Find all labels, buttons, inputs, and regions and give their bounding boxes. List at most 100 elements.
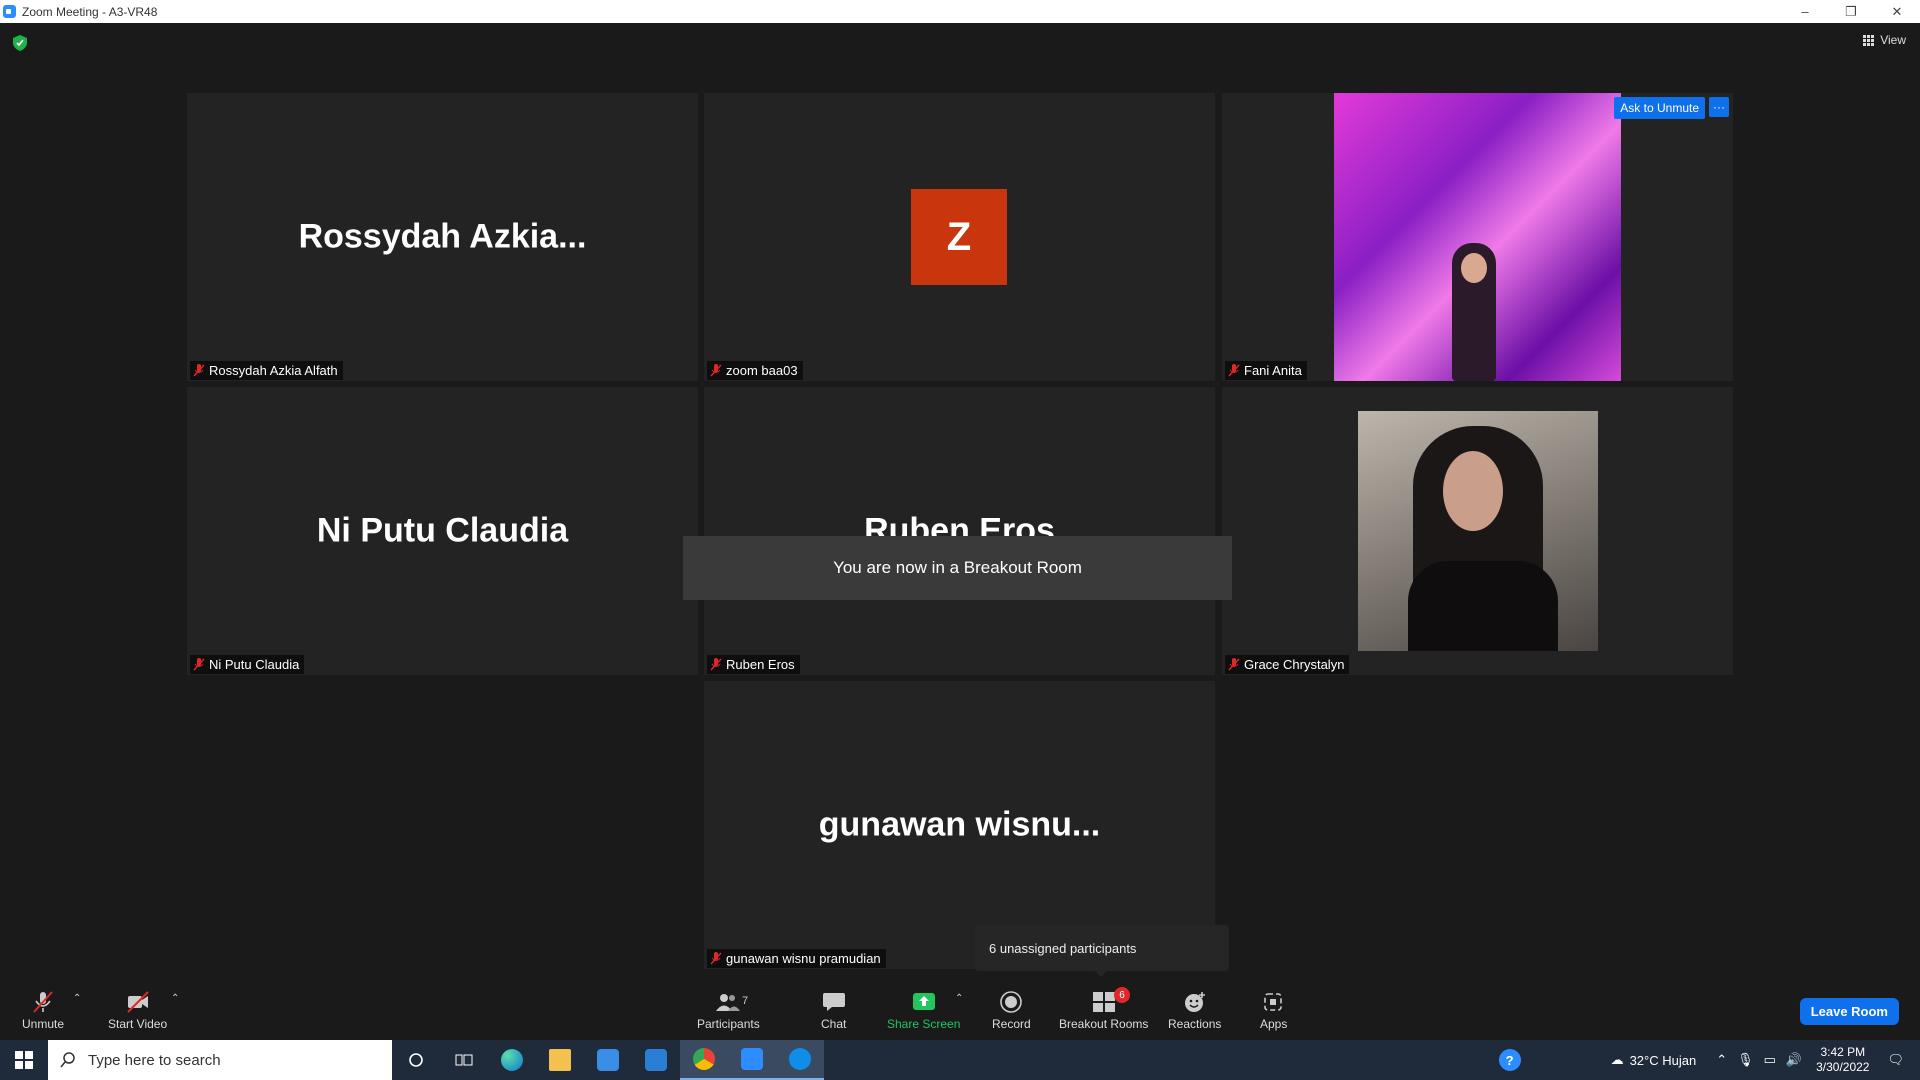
participant-name: gunawan wisnu pramudian	[726, 951, 881, 966]
video-tile-grace[interactable]: Grace Chrystalyn	[1222, 387, 1733, 675]
reactions-button[interactable]: Reactions	[1168, 991, 1221, 1031]
chrome-icon[interactable]	[680, 1040, 728, 1080]
notifications-icon[interactable]: 🗨	[1887, 1052, 1904, 1068]
mic-muted-icon	[1228, 364, 1240, 377]
participant-namebar: Ruben Eros	[707, 655, 800, 674]
participant-video	[1358, 411, 1598, 651]
start-button[interactable]	[0, 1040, 48, 1080]
mic-muted-icon	[710, 364, 722, 377]
participants-count: 7	[742, 995, 749, 1007]
weather-text[interactable]: 32°C Hujan	[1630, 1053, 1697, 1068]
weather-icon[interactable]: ☁	[1611, 1052, 1624, 1068]
share-screen-icon	[912, 993, 935, 1010]
unmute-label: Unmute	[22, 1017, 65, 1031]
search-placeholder: Type here to search	[88, 1051, 221, 1069]
share-screen-button[interactable]: Share Screen	[887, 991, 960, 1031]
zoom-taskbar-icon[interactable]	[728, 1040, 776, 1080]
video-tile-zoom[interactable]: Z zoom baa03	[704, 93, 1215, 381]
meeting-toolbar: Unmute ⌃ Start Video ⌃ Participants 7 Ch…	[0, 983, 1920, 1040]
ask-to-unmute-button[interactable]: Ask to Unmute	[1614, 97, 1705, 119]
microphone-tray-icon[interactable]: 🎙	[1737, 1052, 1754, 1068]
participants-icon	[716, 994, 741, 1011]
unmute-button[interactable]: Unmute	[22, 991, 64, 1031]
breakout-rooms-label: Breakout Rooms	[1059, 1017, 1149, 1031]
mic-muted-icon	[1228, 658, 1240, 671]
mic-muted-icon	[710, 658, 722, 671]
taskbar-search-input[interactable]: Type here to search	[48, 1040, 392, 1080]
microphone-muted-icon	[33, 991, 53, 1013]
clock-date: 3/30/2022	[1816, 1060, 1870, 1074]
os-taskbar: Type here to search ? ☁ 32°C Hujan ⌃ 🎙 ▭…	[0, 1040, 1920, 1080]
apps-icon	[1263, 993, 1282, 1011]
participant-namebar: Grace Chrystalyn	[1225, 655, 1350, 674]
microsoft-store-icon[interactable]	[584, 1040, 632, 1080]
video-tile-niputu[interactable]: Ni Putu Claudia Ni Putu Claudia	[187, 387, 698, 675]
share-screen-label: Share Screen	[887, 1017, 961, 1031]
video-options-caret-icon[interactable]: ⌃	[171, 993, 179, 1004]
participants-button[interactable]: Participants	[697, 991, 760, 1031]
video-tile-fani[interactable]: Ask to Unmute ··· Fani Anita	[1222, 93, 1733, 381]
apps-label: Apps	[1260, 1017, 1288, 1031]
more-options-button[interactable]: ···	[1709, 97, 1729, 117]
record-button[interactable]: Record	[992, 991, 1031, 1031]
windows-logo-icon	[15, 1051, 33, 1069]
teamviewer-icon[interactable]	[776, 1040, 824, 1080]
window-controls: – ❐ ✕	[1782, 0, 1920, 23]
edge-browser-icon[interactable]	[488, 1040, 536, 1080]
participant-display-name: gunawan wisnu...	[818, 805, 1101, 844]
participant-name: Fani Anita	[1244, 363, 1302, 378]
participant-name: zoom baa03	[726, 363, 798, 378]
chat-bubble-icon	[822, 993, 845, 1011]
participant-namebar: zoom baa03	[707, 361, 803, 380]
search-icon	[60, 1052, 75, 1068]
start-video-label: Start Video	[108, 1017, 168, 1031]
restore-button[interactable]: ❐	[1828, 0, 1874, 23]
leave-room-button[interactable]: Leave Room	[1799, 998, 1899, 1025]
window-title: Zoom Meeting - A3-VR48	[22, 4, 158, 19]
unassigned-participants-tooltip: 6 unassigned participants	[975, 925, 1229, 977]
smiley-plus-icon	[1184, 992, 1205, 1012]
help-icon[interactable]: ?	[1498, 1049, 1521, 1071]
system-clock[interactable]: 3:42 PM 3/30/2022	[1816, 1045, 1869, 1075]
mail-icon[interactable]	[632, 1040, 680, 1080]
audio-options-caret-icon[interactable]: ⌃	[73, 993, 81, 1004]
video-camera-off-icon	[126, 991, 149, 1013]
record-icon	[1000, 991, 1023, 1013]
breakout-rooms-icon	[1092, 992, 1115, 1012]
task-view-icon[interactable]	[440, 1040, 488, 1080]
window-titlebar: Zoom Meeting - A3-VR48 – ❐ ✕	[0, 0, 1920, 23]
meeting-area: View Rossydah Azkia... Rossydah Azkia Al…	[0, 23, 1920, 983]
clock-time: 3:42 PM	[1820, 1045, 1866, 1059]
breakout-rooms-button[interactable]: Breakout Rooms	[1059, 991, 1148, 1031]
taskbar-apps	[392, 1040, 824, 1080]
participant-name: Ni Putu Claudia	[209, 657, 300, 672]
mic-muted-icon	[710, 952, 722, 965]
breakout-rooms-badge: 6	[1114, 987, 1130, 1003]
participant-video	[1334, 93, 1621, 381]
start-video-button[interactable]: Start Video	[108, 991, 167, 1031]
record-label: Record	[992, 1017, 1031, 1031]
chat-button[interactable]: Chat	[821, 991, 846, 1031]
tray-expand-icon[interactable]: ⌃	[1716, 1052, 1727, 1068]
mic-muted-icon	[193, 364, 205, 377]
apps-button[interactable]: Apps	[1260, 991, 1287, 1031]
file-explorer-icon[interactable]	[536, 1040, 584, 1080]
view-button[interactable]: View	[1863, 33, 1906, 47]
view-label: View	[1880, 33, 1906, 47]
security-shield-icon[interactable]	[13, 35, 27, 51]
avatar: Z	[911, 189, 1007, 285]
participant-name: Grace Chrystalyn	[1244, 657, 1345, 672]
participant-name: Rossydah Azkia Alfath	[209, 363, 338, 378]
network-icon[interactable]: ▭	[1764, 1052, 1776, 1068]
video-tile-ruben[interactable]: Ruben Eros Ruben Eros	[704, 387, 1215, 675]
cortana-icon[interactable]	[392, 1040, 440, 1080]
minimize-button[interactable]: –	[1782, 0, 1828, 23]
participant-display-name: Rossydah Azkia...	[298, 217, 587, 256]
volume-icon[interactable]: 🔊	[1786, 1052, 1802, 1068]
mic-muted-icon	[193, 658, 205, 671]
share-options-caret-icon[interactable]: ⌃	[955, 993, 963, 1004]
system-tray: ? ☁ 32°C Hujan ⌃ 🎙 ▭ 🔊 3:42 PM 3/30/2022…	[1498, 1040, 1920, 1080]
reactions-label: Reactions	[1168, 1017, 1222, 1031]
video-tile-rossydah[interactable]: Rossydah Azkia... Rossydah Azkia Alfath	[187, 93, 698, 381]
close-button[interactable]: ✕	[1874, 0, 1920, 23]
